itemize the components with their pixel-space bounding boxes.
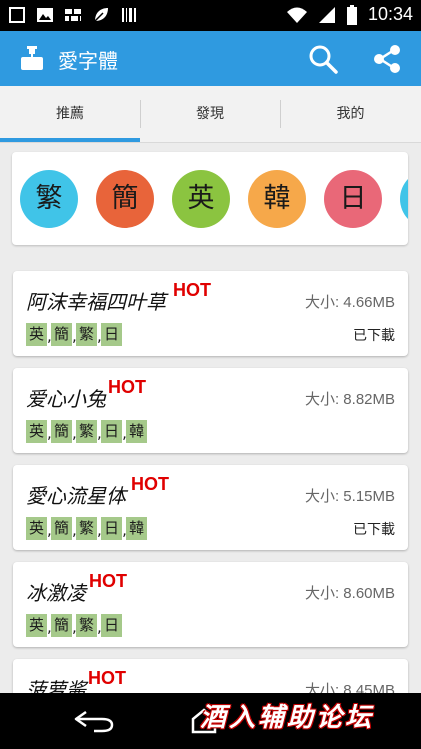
image-icon bbox=[37, 8, 53, 22]
language-circle-more[interactable] bbox=[400, 170, 408, 228]
language-tags: 英,簡,繁,日 bbox=[26, 614, 123, 637]
language-tag: 簡 bbox=[51, 323, 73, 346]
language-tag: 英 bbox=[26, 614, 48, 637]
notification-icons bbox=[8, 6, 138, 24]
font-card[interactable]: 爱心小兔 HOT 大小: 8.82MB 英,簡,繁,日,韓 bbox=[13, 368, 408, 453]
tab-divider bbox=[280, 100, 281, 128]
language-circle-japanese[interactable]: 日 bbox=[324, 170, 382, 228]
tab-divider bbox=[140, 100, 141, 128]
language-tag: 英 bbox=[26, 323, 48, 346]
language-tag: 日 bbox=[101, 517, 123, 540]
app-title: 愛字體 bbox=[58, 49, 118, 73]
language-filter-card: 繁 簡 英 韓 日 bbox=[12, 152, 408, 245]
language-tag: 繁 bbox=[76, 614, 98, 637]
font-size: 大小: 5.15MB bbox=[304, 488, 395, 505]
download-status: 已下載 bbox=[353, 522, 395, 538]
language-tags: 英,簡,繁,日,韓 bbox=[26, 517, 148, 540]
language-tag: 簡 bbox=[51, 517, 73, 540]
language-circle-simplified[interactable]: 簡 bbox=[96, 170, 154, 228]
language-tag: 繁 bbox=[76, 420, 98, 443]
download-status: 已下載 bbox=[353, 328, 395, 344]
language-circle-korean[interactable]: 韓 bbox=[248, 170, 306, 228]
hot-badge: HOT bbox=[108, 377, 146, 397]
language-tag: 日 bbox=[101, 614, 123, 637]
hot-badge: HOT bbox=[131, 474, 169, 494]
language-circle-english[interactable]: 英 bbox=[172, 170, 230, 228]
language-tags: 英,簡,繁,日 bbox=[26, 323, 123, 346]
language-tag: 繁 bbox=[76, 323, 98, 346]
font-name: 愛心流星体 bbox=[26, 484, 126, 508]
font-size: 大小: 8.82MB bbox=[304, 391, 395, 408]
language-tag: 韓 bbox=[126, 517, 148, 540]
font-card[interactable]: 冰激凌 HOT 大小: 8.60MB 英,簡,繁,日 bbox=[13, 562, 408, 647]
language-circle-traditional[interactable]: 繁 bbox=[20, 170, 78, 228]
font-name: 阿沫幸福四叶草 bbox=[26, 290, 166, 314]
language-tag: 英 bbox=[26, 517, 48, 540]
hot-badge: HOT bbox=[88, 668, 126, 688]
font-card[interactable]: 阿沫幸福四叶草 HOT 大小: 4.66MB 英,簡,繁,日 已下載 bbox=[13, 271, 408, 356]
watermark: 酒入辅助论坛 bbox=[200, 703, 375, 733]
brick-icon bbox=[65, 9, 81, 21]
app-bar: 愛字體 bbox=[0, 31, 421, 86]
tab-discover[interactable]: 發現 bbox=[140, 86, 280, 142]
font-card[interactable]: 愛心流星体 HOT 大小: 5.15MB 英,簡,繁,日,韓 已下載 bbox=[13, 465, 408, 550]
square-icon bbox=[9, 7, 25, 23]
clock: 10:34 bbox=[367, 4, 413, 24]
signal-icon bbox=[318, 6, 335, 23]
font-size: 大小: 8.60MB bbox=[304, 585, 395, 602]
language-tag: 日 bbox=[101, 323, 123, 346]
tab-mine[interactable]: 我的 bbox=[280, 86, 421, 142]
hot-badge: HOT bbox=[89, 571, 127, 591]
system-icons: 10:34 bbox=[286, 4, 413, 25]
language-tag: 簡 bbox=[51, 420, 73, 443]
tab-bar: 推薦 發現 我的 bbox=[0, 86, 421, 143]
leaf-icon bbox=[94, 8, 108, 22]
language-tag: 繁 bbox=[76, 517, 98, 540]
share-icon[interactable] bbox=[371, 43, 403, 75]
language-tag: 簡 bbox=[51, 614, 73, 637]
language-tags: 英,簡,繁,日,韓 bbox=[26, 420, 148, 443]
search-icon[interactable] bbox=[307, 43, 339, 75]
wifi-icon bbox=[286, 7, 307, 23]
hot-badge: HOT bbox=[173, 280, 211, 300]
language-tag: 韓 bbox=[126, 420, 148, 443]
font-size: 大小: 4.66MB bbox=[304, 294, 395, 311]
status-bar: 10:34 bbox=[0, 0, 421, 31]
font-name: 爱心小兔 bbox=[26, 387, 106, 411]
font-name: 冰激凌 bbox=[26, 581, 86, 605]
barcode-icon bbox=[122, 8, 136, 22]
language-tag: 日 bbox=[101, 420, 123, 443]
navigation-bar: 酒入辅助论坛 bbox=[0, 693, 421, 749]
back-icon[interactable] bbox=[72, 709, 116, 733]
language-tag: 英 bbox=[26, 420, 48, 443]
battery-icon bbox=[346, 4, 357, 25]
app-logo-icon bbox=[21, 46, 43, 70]
tab-indicator bbox=[0, 138, 140, 142]
tab-recommend[interactable]: 推薦 bbox=[0, 86, 140, 142]
